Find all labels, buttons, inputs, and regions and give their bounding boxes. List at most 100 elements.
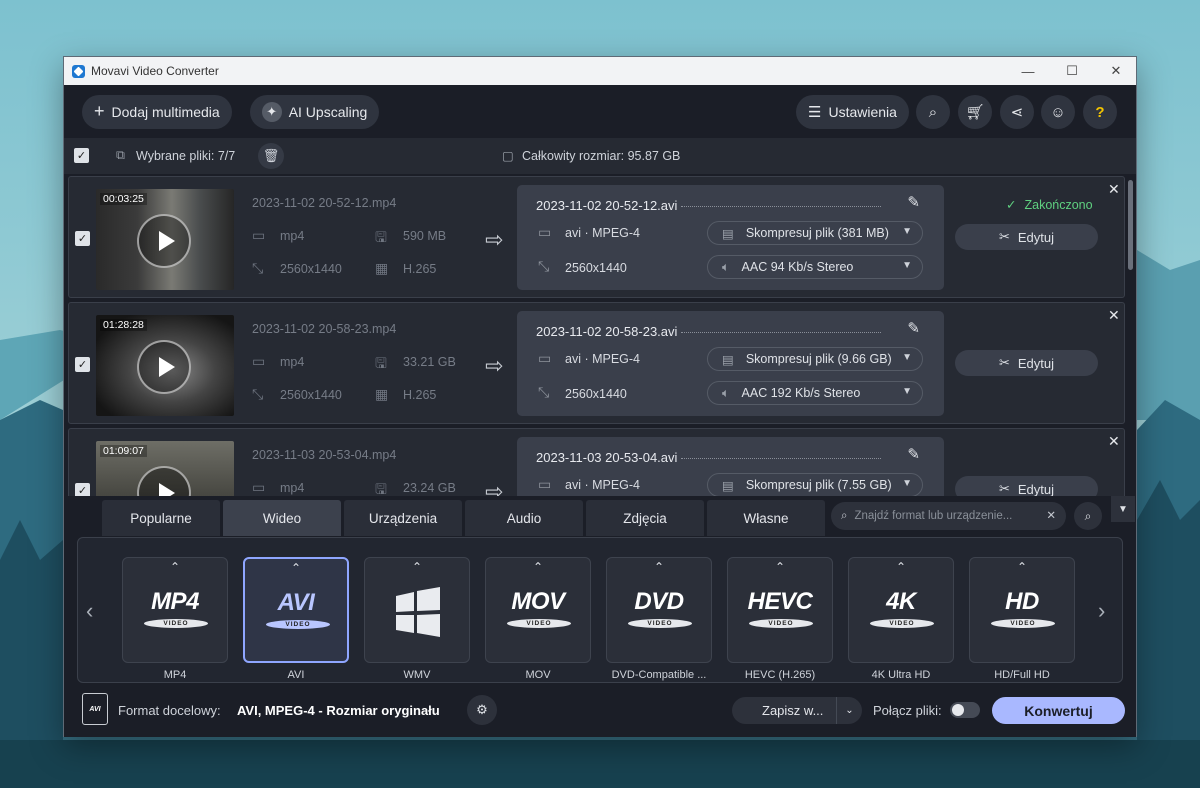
video-format-icon: ▭ xyxy=(538,224,552,240)
account-button[interactable]: ☺ xyxy=(1041,95,1075,129)
remove-file-icon[interactable]: ✕ xyxy=(1108,307,1120,324)
format-settings-button[interactable]: ⚙ xyxy=(467,695,497,725)
output-filename[interactable]: 2023-11-02 20-52-12.avi xyxy=(536,198,914,213)
edit-button[interactable]: ✂ Edytuj xyxy=(955,476,1098,496)
clear-search-icon[interactable]: ✕ xyxy=(1046,508,1056,522)
compress-dropdown[interactable]: ▤ Skompresuj plik (381 MB) ▼ xyxy=(707,221,923,245)
video-thumbnail[interactable]: 01:28:28 xyxy=(96,315,234,416)
chevron-up-icon[interactable]: ⌃ xyxy=(245,561,347,575)
tab-5[interactable]: Własne xyxy=(707,500,825,536)
select-all-checkbox[interactable]: ✓ xyxy=(74,148,89,163)
file-checkbox[interactable]: ✓ xyxy=(75,483,90,496)
rename-pencil-icon[interactable]: ✎ xyxy=(907,319,920,337)
output-resolution: 2560x1440 xyxy=(565,387,627,401)
collapse-panel-button[interactable]: ▼ xyxy=(1111,496,1135,522)
output-filename[interactable]: 2023-11-02 20-58-23.avi xyxy=(536,324,914,339)
source-format: mp4 xyxy=(280,481,305,495)
source-size: 590 MB xyxy=(403,229,447,243)
format-label: WMV xyxy=(403,669,431,681)
chevron-up-icon[interactable]: ⌃ xyxy=(970,560,1074,574)
close-window-button[interactable]: ✕ xyxy=(1094,57,1138,85)
resolution-icon: ⤡ xyxy=(538,258,550,274)
sliders-icon: ☰ xyxy=(808,104,822,121)
chevron-up-icon[interactable]: ⌃ xyxy=(123,560,227,574)
share-button[interactable]: ⋖ xyxy=(1000,95,1034,129)
video-thumbnail[interactable]: 00:03:25 xyxy=(96,189,234,290)
file-row[interactable]: ✓ 01:09:07 2023-11-03 20-53-04.mp4 ▭ mp4… xyxy=(68,428,1125,496)
format-tile[interactable]: ⌃ HEVC VIDEO xyxy=(727,557,833,663)
minimize-button[interactable]: — xyxy=(1006,57,1050,85)
chevron-down-icon: ▼ xyxy=(902,260,912,271)
prev-formats-arrow[interactable]: ‹ xyxy=(86,598,93,624)
settings-button[interactable]: ☰ Ustawienia xyxy=(796,95,909,129)
play-icon[interactable] xyxy=(137,466,191,496)
output-format: avi · MPEG-4 xyxy=(565,226,641,240)
audio-dropdown[interactable]: 🔈︎ AAC 94 Kb/s Stereo ▼ xyxy=(707,255,923,279)
edit-button[interactable]: ✂ Edytuj xyxy=(955,350,1098,376)
chevron-down-icon[interactable]: ⌄ xyxy=(836,697,862,724)
edit-label: Edytuj xyxy=(1017,481,1055,497)
chevron-up-icon[interactable]: ⌃ xyxy=(607,560,711,574)
save-to-dropdown[interactable]: Zapisz w... ⌄ xyxy=(732,697,862,724)
file-checkbox[interactable]: ✓ xyxy=(75,357,90,372)
chevron-up-icon[interactable]: ⌃ xyxy=(486,560,590,574)
convert-button[interactable]: Konwertuj xyxy=(992,697,1125,724)
compress-icon: ▤ xyxy=(722,352,734,367)
maximize-button[interactable]: ☐ xyxy=(1050,57,1094,85)
disk-icon: 🖫︎ xyxy=(375,355,387,371)
format-tile[interactable]: ⌃ xyxy=(364,557,470,663)
file-checkbox[interactable]: ✓ xyxy=(75,231,90,246)
search-button[interactable]: ⌕ xyxy=(916,95,950,129)
chevron-up-icon[interactable]: ⌃ xyxy=(849,560,953,574)
file-row[interactable]: ✓ 00:03:25 2023-11-02 20-52-12.mp4 ▭ mp4… xyxy=(68,176,1125,298)
audio-dropdown[interactable]: 🔈︎ AAC 192 Kb/s Stereo ▼ xyxy=(707,381,923,405)
source-filename: 2023-11-02 20-52-12.mp4 xyxy=(252,196,397,210)
edit-button[interactable]: ✂ Edytuj xyxy=(955,224,1098,250)
tab-0[interactable]: Popularne xyxy=(102,500,220,536)
format-tile[interactable]: ⌃ MP4 VIDEO xyxy=(122,557,228,663)
rename-pencil-icon[interactable]: ✎ xyxy=(907,193,920,211)
play-icon[interactable] xyxy=(137,214,191,268)
tab-2[interactable]: Urządzenia xyxy=(344,500,462,536)
file-list: ✓ 00:03:25 2023-11-02 20-52-12.mp4 ▭ mp4… xyxy=(64,176,1136,496)
compress-dropdown[interactable]: ▤ Skompresuj plik (9.66 GB) ▼ xyxy=(707,347,923,371)
output-filename[interactable]: 2023-11-03 20-53-04.avi xyxy=(536,450,914,465)
disk-icon: 🖫︎ xyxy=(375,481,387,496)
rename-pencil-icon[interactable]: ✎ xyxy=(907,445,920,463)
list-scrollbar[interactable] xyxy=(1128,180,1133,270)
format-search-input[interactable]: ⌕ Znajdź format lub urządzenie... ✕ xyxy=(831,502,1066,530)
compress-dropdown[interactable]: ▤ Skompresuj plik (7.55 GB) ▼ xyxy=(707,473,923,496)
format-tile[interactable]: ⌃ 4K VIDEO xyxy=(848,557,954,663)
format-logo: AVI xyxy=(277,589,315,616)
next-formats-arrow[interactable]: › xyxy=(1098,598,1105,624)
delete-button[interactable]: 🗑︎ xyxy=(258,143,284,169)
convert-arrow-icon: ⇨ xyxy=(485,227,504,252)
format-tile[interactable]: ⌃ MOV VIDEO xyxy=(485,557,591,663)
chevron-down-icon: ▼ xyxy=(902,478,912,489)
play-icon[interactable] xyxy=(137,340,191,394)
file-row[interactable]: ✓ 01:28:28 2023-11-02 20-58-23.mp4 ▭ mp4… xyxy=(68,302,1125,424)
add-media-button[interactable]: + Dodaj multimedia xyxy=(82,94,232,129)
tab-4[interactable]: Zdjęcia xyxy=(586,500,704,536)
format-label: AVI xyxy=(287,669,305,681)
video-thumbnail[interactable]: 01:09:07 xyxy=(96,441,234,496)
output-resolution: 2560x1440 xyxy=(565,261,627,275)
ai-upscaling-button[interactable]: ✦ AI Upscaling xyxy=(249,94,380,129)
tab-1[interactable]: Wideo xyxy=(223,500,341,536)
chevron-up-icon[interactable]: ⌃ xyxy=(365,560,469,574)
video-disc-icon: VIDEO xyxy=(507,619,571,628)
detect-device-button[interactable]: ⌕ xyxy=(1074,502,1102,530)
tab-3[interactable]: Audio xyxy=(465,500,583,536)
cart-button[interactable]: 🛒︎ xyxy=(958,95,992,129)
device-search-icon: ⌕ xyxy=(1084,508,1092,523)
format-tile[interactable]: ⌃ DVD VIDEO xyxy=(606,557,712,663)
format-tile[interactable]: ⌃ AVI VIDEO xyxy=(243,557,349,663)
format-label: 4K Ultra HD xyxy=(871,669,931,681)
remove-file-icon[interactable]: ✕ xyxy=(1108,181,1120,198)
help-button[interactable]: ? xyxy=(1083,95,1117,129)
audio-label: AAC 192 Kb/s Stereo xyxy=(741,386,861,400)
chevron-up-icon[interactable]: ⌃ xyxy=(728,560,832,574)
format-tile[interactable]: ⌃ HD VIDEO xyxy=(969,557,1075,663)
merge-files-toggle[interactable] xyxy=(950,702,980,718)
remove-file-icon[interactable]: ✕ xyxy=(1108,433,1120,450)
